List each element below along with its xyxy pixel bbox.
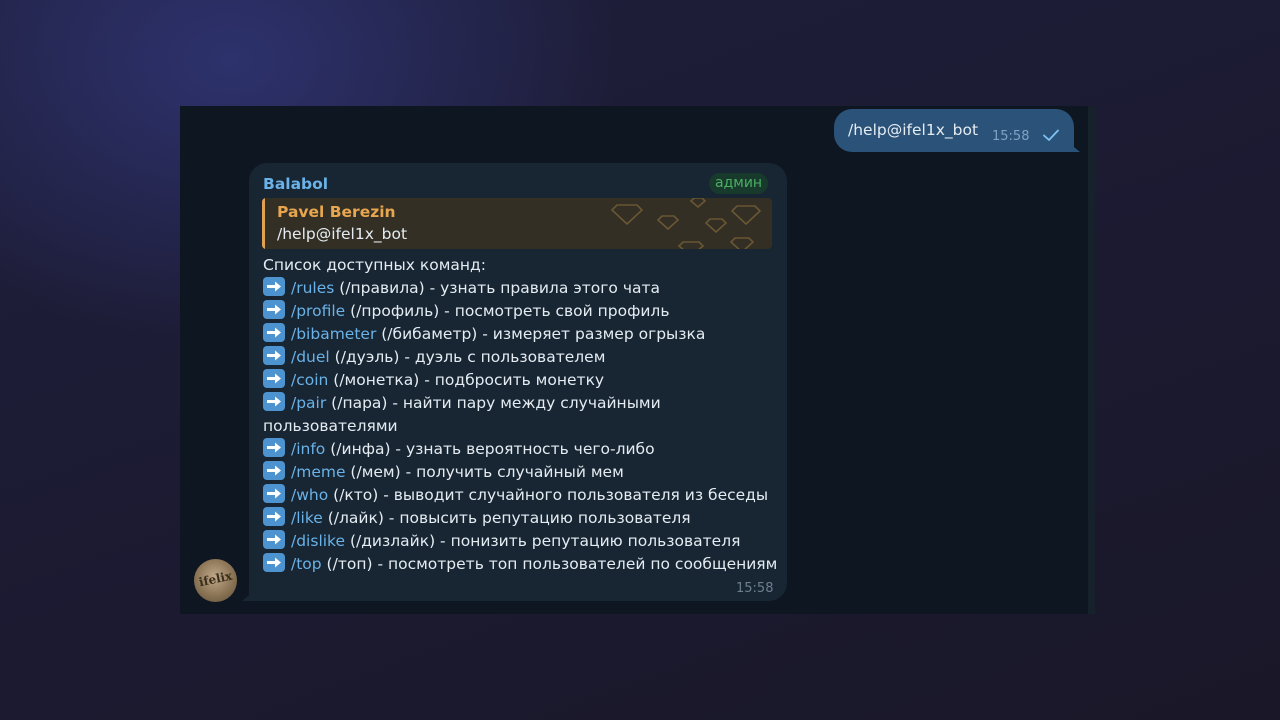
right-arrow-emoji-icon	[263, 300, 285, 319]
right-arrow-emoji-icon	[263, 277, 285, 296]
outgoing-message-time: 15:58	[992, 129, 1030, 144]
command-row: /meme (/мем) - получить случайный мем	[263, 461, 779, 484]
command-description: (/кто) - выводит случайного пользователя…	[328, 486, 769, 504]
right-arrow-emoji-icon	[263, 530, 285, 549]
command-description: (/топ) - посмотреть топ пользователей по…	[321, 555, 778, 573]
right-arrow-emoji-icon	[263, 438, 285, 457]
command-row: /like (/лайк) - повысить репутацию польз…	[263, 507, 779, 530]
incoming-message-time: 15:58	[736, 581, 774, 596]
command-link-top[interactable]: /top	[291, 555, 322, 573]
command-row: /bibameter (/бибаметр) - измеряет размер…	[263, 323, 779, 346]
chat-window: /help@ifel1x_bot 15:58 ifelix Balabol ад…	[180, 106, 1095, 614]
sender-name[interactable]: Balabol	[263, 175, 328, 193]
command-link-who[interactable]: /who	[291, 486, 328, 504]
bubble-tail	[1068, 142, 1080, 152]
command-row: /coin (/монетка) - подбросить монетку	[263, 369, 779, 392]
command-row: /info (/инфа) - узнать вероятность чего-…	[263, 438, 779, 461]
command-description: (/мем) - получить случайный мем	[345, 463, 624, 481]
command-link-pair[interactable]: /pair	[291, 394, 326, 412]
command-description: (/монетка) - подбросить монетку	[328, 371, 605, 389]
right-arrow-emoji-icon	[263, 553, 285, 572]
command-row: /dislike (/дизлайк) - понизить репутацию…	[263, 530, 779, 553]
right-arrow-emoji-icon	[263, 461, 285, 480]
right-arrow-emoji-icon	[263, 346, 285, 365]
right-arrow-emoji-icon	[263, 484, 285, 503]
command-link-dislike[interactable]: /dislike	[291, 532, 345, 550]
right-arrow-emoji-icon	[263, 392, 285, 411]
command-description: (/профиль) - посмотреть свой профиль	[345, 302, 670, 320]
command-link-rules[interactable]: /rules	[291, 279, 334, 297]
command-row: /who (/кто) - выводит случайного пользов…	[263, 484, 779, 507]
incoming-message[interactable]: Balabol админ Pavel Berezin /help@ifel1x…	[242, 163, 787, 601]
command-description: (/правила) - узнать правила этого чата	[334, 279, 661, 297]
sender-avatar[interactable]: ifelix	[194, 559, 237, 602]
command-link-bibameter[interactable]: /bibameter	[291, 325, 376, 343]
diamond-pattern-icon	[610, 198, 762, 249]
command-row: /rules (/правила) - узнать правила этого…	[263, 277, 779, 300]
reply-author: Pavel Berezin	[277, 203, 396, 221]
command-description: (/лайк) - повысить репутацию пользовател…	[322, 509, 691, 527]
chat-edge	[1088, 106, 1095, 614]
command-description: (/дизлайк) - понизить репутацию пользова…	[345, 532, 741, 550]
bubble-tail	[242, 591, 254, 601]
right-arrow-emoji-icon	[263, 369, 285, 388]
command-link-profile[interactable]: /profile	[291, 302, 345, 320]
reply-preview[interactable]: Pavel Berezin /help@ifel1x_bot	[262, 198, 772, 249]
command-link-coin[interactable]: /coin	[291, 371, 328, 389]
command-description: (/дуэль) - дуэль с пользователем	[329, 348, 606, 366]
single-check-icon	[1043, 129, 1059, 141]
right-arrow-emoji-icon	[263, 323, 285, 342]
command-row: /duel (/дуэль) - дуэль с пользователем	[263, 346, 779, 369]
right-arrow-emoji-icon	[263, 507, 285, 526]
command-link-info[interactable]: /info	[291, 440, 325, 458]
command-row: /profile (/профиль) - посмотреть свой пр…	[263, 300, 779, 323]
command-link-like[interactable]: /like	[291, 509, 323, 527]
command-description: (/бибаметр) - измеряет размер огрызка	[376, 325, 706, 343]
message-body: Список доступных команд: /rules (/правил…	[263, 254, 779, 576]
reply-accent-bar	[262, 198, 265, 249]
outgoing-message-text[interactable]: /help@ifel1x_bot	[848, 121, 978, 139]
admin-badge: админ	[709, 173, 769, 194]
command-description: (/инфа) - узнать вероятность чего-либо	[325, 440, 655, 458]
command-link-meme[interactable]: /meme	[291, 463, 346, 481]
command-row: /top (/топ) - посмотреть топ пользовател…	[263, 553, 779, 576]
avatar-text: ifelix	[197, 568, 234, 590]
outgoing-message[interactable]: /help@ifel1x_bot 15:58	[834, 109, 1080, 152]
command-link-duel[interactable]: /duel	[291, 348, 330, 366]
command-row: /pair (/пара) - найти пару между случайн…	[263, 392, 663, 438]
reply-text: /help@ifel1x_bot	[277, 225, 408, 243]
command-list-heading: Список доступных команд:	[263, 256, 486, 274]
